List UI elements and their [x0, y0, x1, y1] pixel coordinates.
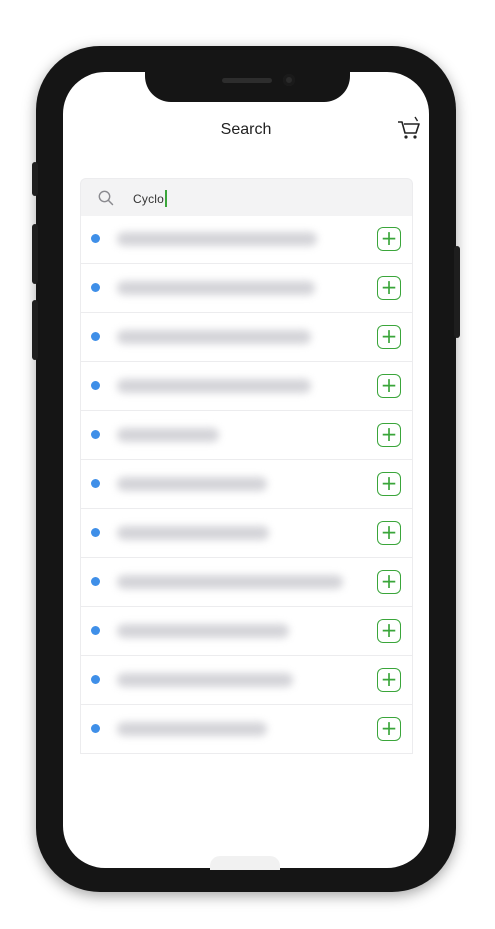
- text-cursor: [165, 190, 168, 207]
- status-dot: [91, 479, 100, 488]
- front-camera: [283, 74, 295, 86]
- status-dot: [91, 675, 100, 684]
- item-label-obscured: [117, 330, 311, 344]
- status-dot: [91, 283, 100, 292]
- item-label-obscured: [117, 575, 343, 589]
- status-dot: [91, 528, 100, 537]
- item-label-obscured: [117, 722, 267, 736]
- search-bar[interactable]: Cyclo: [80, 178, 413, 216]
- add-item-button[interactable]: +: [377, 227, 401, 251]
- item-label-obscured: [117, 526, 269, 540]
- volume-up-button: [32, 224, 38, 284]
- status-dot: [91, 430, 100, 439]
- add-item-button[interactable]: +: [377, 570, 401, 594]
- item-label-obscured: [117, 379, 311, 393]
- status-dot: [91, 381, 100, 390]
- item-label-obscured: [117, 673, 293, 687]
- app-screen: Search Cyclo + + + + + + + + + + +: [63, 72, 429, 868]
- list-item[interactable]: +: [81, 558, 412, 607]
- add-item-button[interactable]: +: [377, 374, 401, 398]
- list-item[interactable]: +: [81, 215, 412, 264]
- list-item[interactable]: +: [81, 411, 412, 460]
- search-input-value: Cyclo: [133, 192, 165, 206]
- status-dot: [91, 724, 100, 733]
- page-title: Search: [220, 121, 272, 138]
- list-item[interactable]: +: [81, 460, 412, 509]
- search-input[interactable]: Cyclo: [133, 190, 168, 207]
- status-dot: [91, 332, 100, 341]
- home-indicator[interactable]: [210, 856, 280, 870]
- add-item-button[interactable]: +: [377, 521, 401, 545]
- list-item[interactable]: +: [81, 264, 412, 313]
- item-label-obscured: [117, 477, 267, 491]
- add-item-button[interactable]: +: [377, 619, 401, 643]
- mute-switch: [32, 162, 38, 196]
- add-item-button[interactable]: +: [377, 276, 401, 300]
- item-label-obscured: [117, 232, 317, 246]
- search-icon: [98, 190, 114, 206]
- item-label-obscured: [117, 428, 219, 442]
- status-dot: [91, 234, 100, 243]
- speaker-grille: [222, 78, 272, 83]
- search-results-list: + + + + + + + + + + +: [80, 215, 413, 754]
- add-item-button[interactable]: +: [377, 717, 401, 741]
- list-item[interactable]: +: [81, 705, 412, 754]
- list-item[interactable]: +: [81, 607, 412, 656]
- list-item[interactable]: +: [81, 509, 412, 558]
- add-item-button[interactable]: +: [377, 668, 401, 692]
- cart-icon[interactable]: [396, 116, 422, 142]
- list-item[interactable]: +: [81, 313, 412, 362]
- item-label-obscured: [117, 281, 315, 295]
- add-item-button[interactable]: +: [377, 325, 401, 349]
- power-button: [454, 246, 460, 338]
- list-item[interactable]: +: [81, 656, 412, 705]
- add-item-button[interactable]: +: [377, 472, 401, 496]
- item-label-obscured: [117, 624, 289, 638]
- status-dot: [91, 626, 100, 635]
- list-item[interactable]: +: [81, 362, 412, 411]
- status-dot: [91, 577, 100, 586]
- volume-down-button: [32, 300, 38, 360]
- add-item-button[interactable]: +: [377, 423, 401, 447]
